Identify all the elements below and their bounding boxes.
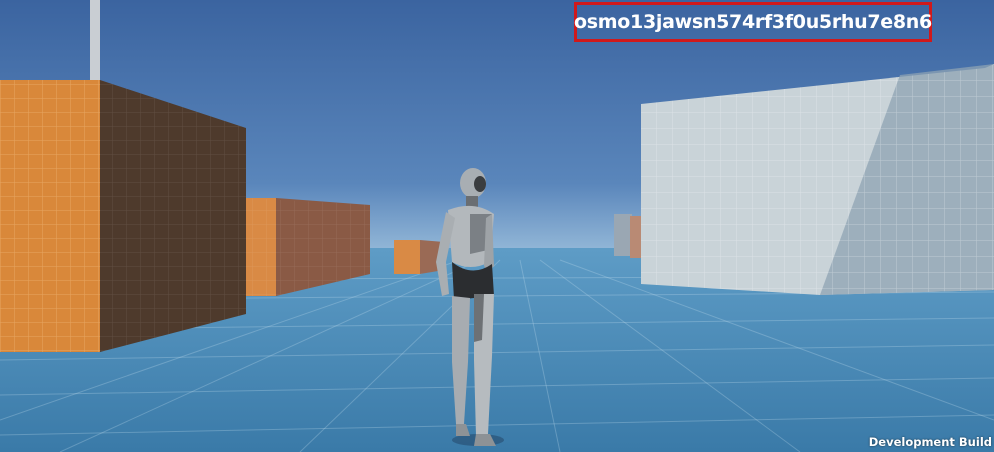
development-build-label: Development Build [868,435,992,449]
session-id-text: osmo13jawsn574rf3f0u5rhu7e8n6 [574,11,932,33]
white-wall-grid [641,64,994,295]
far-block-gray [614,214,632,256]
orange-box-left-front-grid [0,80,100,352]
pole [90,0,100,82]
session-id-label: osmo13jawsn574rf3f0u5rhu7e8n6 [574,2,932,42]
orange-box-far-front [394,240,420,274]
orange-box-left-side-grid [100,80,246,352]
game-viewport [0,0,994,452]
